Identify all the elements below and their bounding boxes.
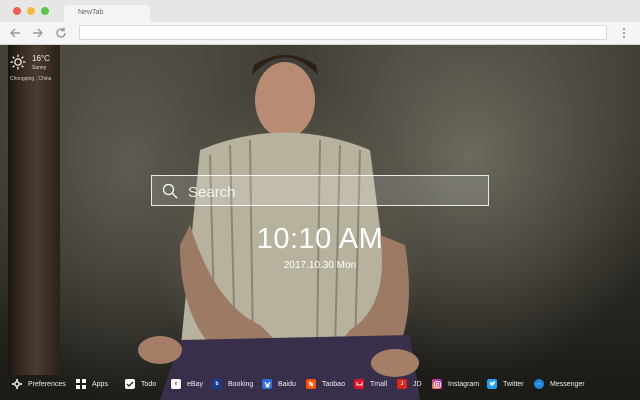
close-window-button[interactable]	[13, 7, 21, 15]
forward-arrow-icon[interactable]	[31, 26, 45, 40]
taobao-icon: 淘	[306, 379, 316, 389]
instagram-label: Instagram	[448, 380, 480, 388]
tmall-label: Tmall	[370, 380, 388, 388]
ebay-link[interactable]: e eBay	[171, 377, 203, 391]
checkbox-icon	[125, 379, 135, 389]
browser-toolbar	[0, 22, 640, 45]
newtab-page: 16°C Sunny Chongqing , China 10:10 AM 20…	[0, 45, 640, 400]
preferences-link[interactable]: Preferences	[12, 377, 66, 391]
messenger-label: Messenger	[550, 380, 585, 388]
messenger-link[interactable]: Messenger	[534, 377, 585, 391]
todo-label: Todo	[141, 380, 157, 388]
tmall-link[interactable]: Tmall	[354, 377, 387, 391]
instagram-icon	[432, 379, 442, 389]
tmall-icon	[354, 379, 364, 389]
address-bar[interactable]	[79, 25, 607, 40]
jd-link[interactable]: J JD	[397, 377, 422, 391]
instagram-link[interactable]: Instagram	[432, 377, 479, 391]
jd-label: JD	[413, 380, 422, 388]
messenger-icon	[534, 379, 544, 389]
tree-trunk-background	[8, 45, 60, 375]
preferences-label: Preferences	[28, 380, 66, 388]
sun-icon	[10, 54, 26, 70]
clock-time: 10:10 AM	[256, 223, 384, 255]
twitter-label: Twitter	[503, 380, 524, 388]
ebay-icon: e	[171, 379, 181, 389]
twitter-link[interactable]: Twitter	[487, 377, 524, 391]
bottom-shortcut-bar: Preferences Apps Todo e eBay b Booking B…	[0, 374, 640, 394]
taobao-link[interactable]: 淘 Taobao	[306, 377, 345, 391]
ebay-label: eBay	[187, 380, 203, 388]
baidu-icon	[262, 379, 272, 389]
menu-dots-icon[interactable]	[619, 26, 629, 40]
search-box[interactable]	[151, 175, 489, 206]
weather-widget[interactable]: 16°C Sunny Chongqing , China	[8, 52, 68, 86]
booking-icon: b	[212, 379, 222, 389]
booking-label: Booking	[228, 380, 254, 388]
reload-icon[interactable]	[54, 26, 68, 40]
weather-city: Chongqing , China	[10, 76, 52, 82]
gear-icon	[12, 379, 22, 389]
clock-date: 2017.10.30 Mon	[283, 260, 357, 271]
back-arrow-icon[interactable]	[8, 26, 22, 40]
grid-icon	[76, 379, 86, 389]
taobao-label: Taobao	[322, 380, 345, 388]
minimize-window-button[interactable]	[27, 7, 35, 15]
baidu-link[interactable]: Baidu	[262, 377, 296, 391]
maximize-window-button[interactable]	[41, 7, 49, 15]
search-input[interactable]	[186, 180, 480, 204]
search-icon	[162, 183, 178, 199]
jd-icon: J	[397, 379, 407, 389]
apps-link[interactable]: Apps	[76, 377, 108, 391]
tab-title: NewTab	[78, 9, 104, 16]
booking-link[interactable]: b Booking	[212, 377, 253, 391]
browser-titlebar: NewTab	[0, 0, 640, 22]
weather-condition: Sunny	[32, 65, 47, 71]
twitter-icon	[487, 379, 497, 389]
baidu-label: Baidu	[278, 380, 296, 388]
apps-label: Apps	[92, 380, 108, 388]
weather-temperature: 16°C	[32, 54, 50, 63]
todo-link[interactable]: Todo	[125, 377, 156, 391]
browser-tab[interactable]: NewTab	[64, 5, 150, 22]
